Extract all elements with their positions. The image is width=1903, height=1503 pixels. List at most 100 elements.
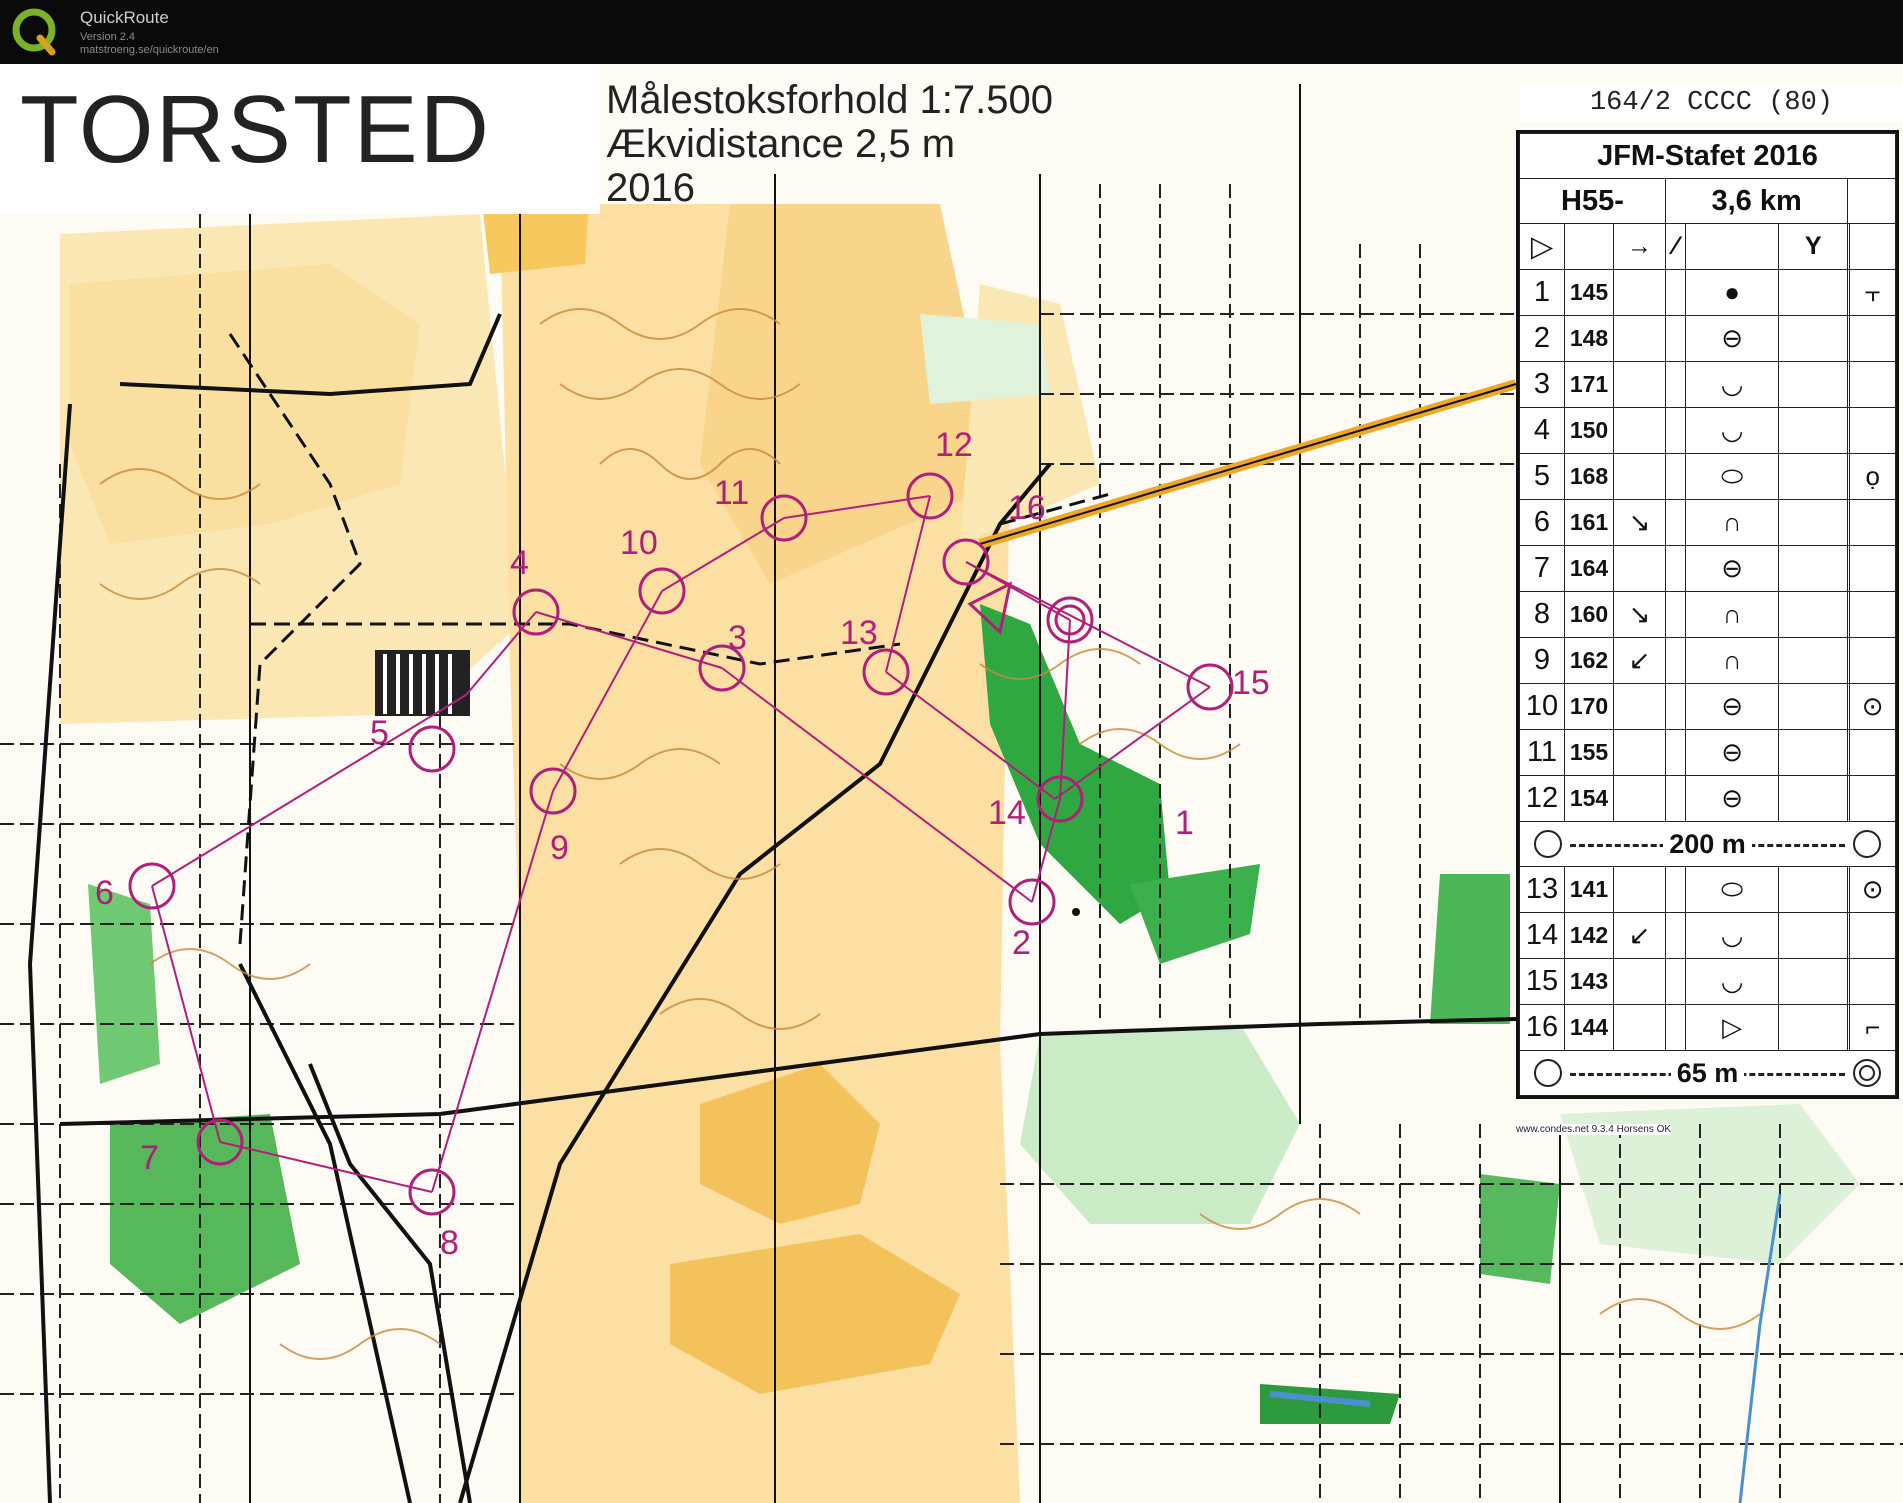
control-spacer [1778, 958, 1849, 1005]
control-direction-icon [1613, 958, 1666, 1005]
control-number: 14 [1519, 912, 1565, 959]
feature-slash-icon: ⁄ [1664, 223, 1687, 270]
control-spacer [1778, 591, 1849, 638]
control-location-icon [1849, 729, 1896, 776]
control-spacer [1778, 775, 1849, 822]
control-location-icon [1849, 407, 1896, 454]
control-label-14: 14 [988, 794, 1026, 832]
control-number: 8 [1519, 591, 1565, 638]
control-location-icon [1849, 958, 1896, 1005]
finish-double-circle-icon [1853, 1059, 1881, 1087]
control-number: 13 [1519, 866, 1565, 913]
control-label-11: 11 [714, 474, 749, 512]
control-description-row: 15 143 ◡ [1519, 958, 1896, 1005]
control-location-icon [1849, 912, 1896, 959]
control-spacer [1664, 315, 1687, 362]
control-direction-icon [1613, 453, 1666, 500]
control-spacer [1778, 866, 1849, 913]
control-location-icon [1849, 591, 1896, 638]
control-number: 12 [1519, 775, 1565, 822]
control-feature-icon: ⊖ [1685, 315, 1780, 362]
control-spacer [1664, 775, 1687, 822]
control-number: 15 [1519, 958, 1565, 1005]
control-spacer [1778, 545, 1849, 592]
control-direction-icon [1613, 729, 1666, 776]
control-direction-icon [1613, 545, 1666, 592]
map-year: 2016 [606, 166, 695, 210]
control-feature-icon: ⬭ [1685, 866, 1780, 913]
control-feature-icon: ▷ [1685, 1004, 1780, 1051]
orienteering-map[interactable]: 1 2 3 4 5 6 7 8 9 10 11 12 13 14 15 16 T… [0, 64, 1903, 1503]
control-location-icon: ⊙ [1849, 866, 1896, 913]
control-spacer [1664, 453, 1687, 500]
control-direction-icon: ↘ [1613, 591, 1666, 638]
control-number: 7 [1519, 545, 1565, 592]
control-spacer [1778, 269, 1849, 316]
control-location-icon: ⫟ [1849, 269, 1896, 316]
control-number: 11 [1519, 729, 1565, 776]
control-spacer [1664, 545, 1687, 592]
control-label-15: 15 [1232, 664, 1270, 702]
control-direction-icon [1613, 775, 1666, 822]
control-direction-icon [1613, 1004, 1666, 1051]
control-spacer [1664, 1004, 1687, 1051]
control-label-1: 1 [1175, 804, 1194, 842]
class-name: H55- [1519, 178, 1666, 224]
control-description-row: 9 162 ↙ ∩ [1519, 637, 1896, 684]
map-title: TORSTED [20, 76, 491, 183]
control-spacer [1664, 269, 1687, 316]
control-spacer [1664, 866, 1687, 913]
control-code: 150 [1564, 407, 1614, 454]
control-description-row: 13 141 ⬭ ⊙ [1519, 866, 1896, 913]
control-feature-icon: ◡ [1685, 958, 1780, 1005]
control-description-row: 8 160 ↘ ∩ [1519, 591, 1896, 638]
control-spacer [1778, 407, 1849, 454]
control-direction-icon: ↙ [1613, 912, 1666, 959]
map-scale: Målestoksforhold 1:7.500 [606, 78, 1053, 122]
control-description-row: 16 144 ▷ ⌐ [1519, 1004, 1896, 1051]
map-contour-interval: Ækvidistance 2,5 m [606, 122, 956, 166]
control-location-icon [1849, 637, 1896, 684]
control-feature-icon: ⊖ [1685, 545, 1780, 592]
control-description-row: 2 148 ⊖ [1519, 315, 1896, 362]
control-spacer [1664, 637, 1687, 684]
control-description-row: 11 155 ⊖ [1519, 729, 1896, 776]
control-spacer [1664, 591, 1687, 638]
course-length: 3,6 km [1664, 178, 1849, 224]
control-feature-icon: ◡ [1685, 912, 1780, 959]
control-feature-icon: ⊖ [1685, 729, 1780, 776]
control-label-7: 7 [140, 1139, 159, 1177]
control-spacer [1664, 683, 1687, 730]
control-spacer [1664, 729, 1687, 776]
circle-icon [1853, 830, 1881, 858]
control-feature-icon: ⊖ [1685, 775, 1780, 822]
control-feature-icon: ⊖ [1685, 683, 1780, 730]
app-name: QuickRoute [80, 8, 169, 27]
control-direction-icon [1613, 361, 1666, 408]
control-description-row: 10 170 ⊖ ⊙ [1519, 683, 1896, 730]
taped-route-200: 200 m [1519, 821, 1896, 867]
control-description-row: 4 150 ◡ [1519, 407, 1896, 454]
control-feature-icon: ⬭ [1685, 453, 1780, 500]
control-direction-icon [1613, 269, 1666, 316]
control-number: 1 [1519, 269, 1565, 316]
control-label-16: 16 [1008, 489, 1046, 527]
control-direction-icon: ↘ [1613, 499, 1666, 546]
feature-y-icon: Y [1778, 223, 1849, 270]
control-code: 145 [1564, 269, 1614, 316]
arrow-right-icon: → [1613, 223, 1666, 270]
control-label-6: 6 [95, 874, 114, 912]
control-location-icon: ⌐ [1849, 1004, 1896, 1051]
control-number: 16 [1519, 1004, 1565, 1051]
control-feature-icon: ∩ [1685, 637, 1780, 684]
control-number: 4 [1519, 407, 1565, 454]
map-title-box: TORSTED Målestoksforhold 1:7.500 Ækvidis… [0, 64, 1053, 214]
control-spacer [1778, 729, 1849, 776]
control-label-10: 10 [620, 524, 658, 562]
control-spacer [1778, 912, 1849, 959]
control-code: 162 [1564, 637, 1614, 684]
control-spacer [1664, 361, 1687, 408]
control-number: 6 [1519, 499, 1565, 546]
app-url[interactable]: matstroeng.se/quickroute/en [80, 44, 219, 56]
control-number: 5 [1519, 453, 1565, 500]
